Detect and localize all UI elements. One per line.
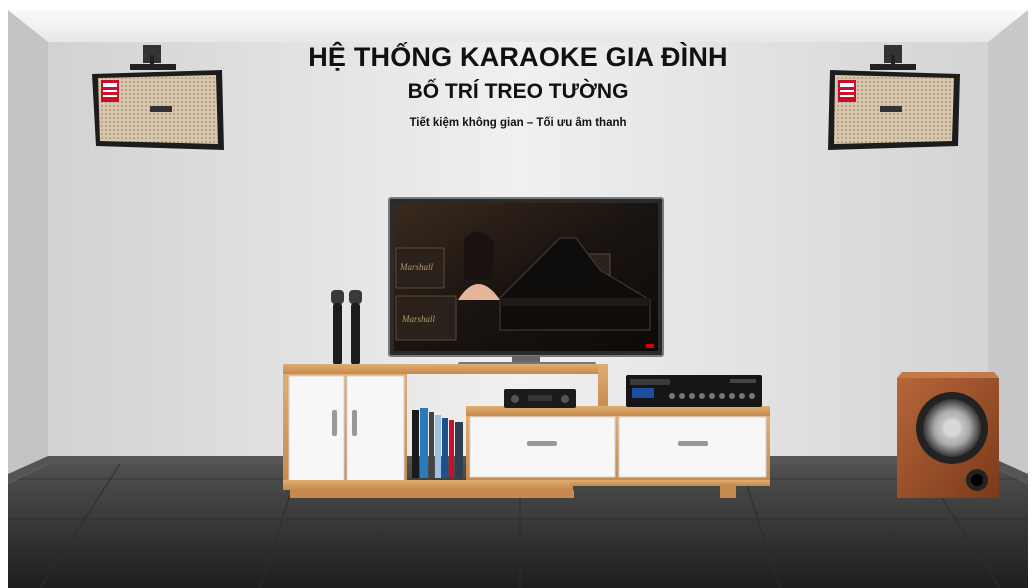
karaoke-room-scene: Marshall Marshall Marshall [0,0,1036,588]
ceiling [8,10,1028,42]
karaoke-amplifier [626,375,762,407]
drawer-left [469,416,616,478]
television: Marshall Marshall Marshall [388,197,664,367]
drawer-right [618,416,767,478]
tv-amp-logo-1: Marshall [399,262,434,272]
subtitle: BỐ TRÍ TREO TƯỜNG [407,80,629,103]
main-title: HỆ THỐNG KARAOKE GIA ĐÌNH [308,42,728,72]
tagline: Tiết kiệm không gian – Tối ưu âm thanh [409,117,627,129]
wireless-mic-receiver [504,389,576,408]
subwoofer [897,372,999,498]
tv-amp-logo-2: Marshall [401,314,436,324]
